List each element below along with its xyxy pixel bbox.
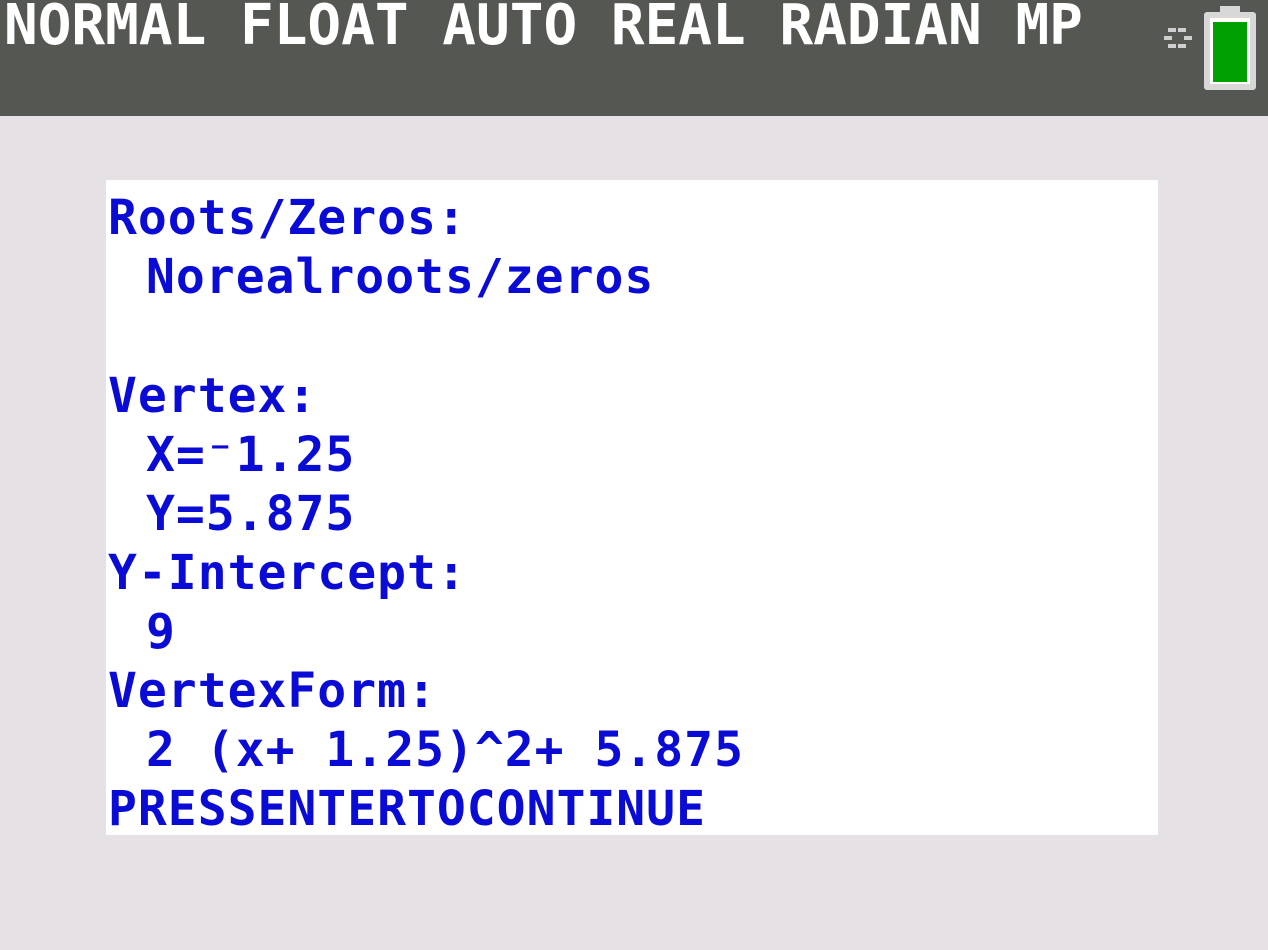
y-intercept-heading: Y-Intercept:	[108, 545, 467, 601]
vertex-form-value: 2 (x+ 1.25)^2+ 5.875	[146, 722, 744, 778]
roots-value: Norealroots/zeros	[146, 249, 655, 305]
battery-icon	[1204, 6, 1256, 90]
mode-status-text: NORMAL FLOAT AUTO REAL RADIAN MP	[4, 0, 1083, 58]
vertex-heading: Vertex:	[108, 368, 318, 424]
vertex-form-heading: VertexForm:	[108, 663, 437, 719]
y-intercept-value: 9	[146, 604, 176, 660]
vertex-x-value: X=⁻1.25	[146, 427, 356, 483]
busy-indicator-icon	[1164, 28, 1192, 48]
vertex-y-value: Y=5.875	[146, 486, 356, 542]
status-bar: NORMAL FLOAT AUTO REAL RADIAN MP	[0, 0, 1268, 116]
roots-heading: Roots/Zeros:	[108, 190, 467, 246]
continue-prompt: PRESSENTERTOCONTINUE	[108, 781, 706, 837]
